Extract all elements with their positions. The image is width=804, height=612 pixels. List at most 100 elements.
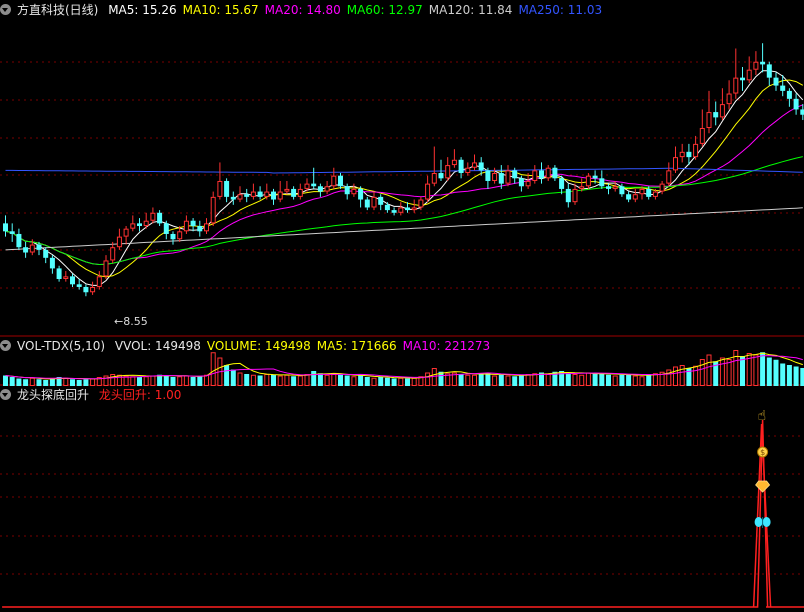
candle-up (29, 244, 35, 253)
candle-down (16, 233, 22, 248)
volume-bar-down (49, 378, 55, 386)
volume-bar-up (693, 365, 699, 386)
candle-up (451, 159, 457, 166)
volume-header: VOL-TDX(5,10) VVOL: 149498 VOLUME: 149498… (0, 337, 502, 355)
diamond-icon (755, 480, 771, 493)
candle-up (116, 236, 122, 248)
candle-down (518, 178, 524, 187)
collapse-toggle-icon[interactable] (0, 4, 11, 15)
volume-bar-down (224, 365, 230, 386)
candle-up (572, 188, 578, 203)
candle-down (137, 223, 142, 227)
candle-down (157, 212, 163, 224)
volume-bar-down (311, 371, 317, 386)
candle-down (36, 244, 42, 250)
volume-bar-down (257, 375, 263, 386)
money-bag-icon: $ (757, 446, 769, 458)
volume-bar-down (626, 374, 632, 386)
candle-down (197, 226, 203, 232)
ma-label-3: MA60: 12.97 (346, 3, 423, 17)
volume-bar-up (150, 375, 156, 386)
volume-bar-up (572, 374, 578, 386)
volume-bar-up (632, 375, 638, 386)
volume-bar-up (411, 377, 417, 386)
candle-down (378, 196, 384, 205)
volume-bar-up (431, 368, 437, 386)
volume-bar-up (579, 374, 585, 386)
ma-line (5, 79, 804, 278)
candle-up (418, 199, 424, 208)
volume-bar-down (780, 363, 786, 386)
volume-bar-up (324, 374, 330, 386)
candle-up (297, 188, 303, 197)
volume-bar-down (384, 377, 390, 386)
candle-up (130, 223, 136, 229)
candle-down (498, 173, 504, 184)
candle-down (56, 268, 62, 280)
ma-label-0: MA5: 15.26 (108, 3, 177, 17)
candle-up (612, 186, 618, 189)
candle-down (686, 151, 692, 158)
candle-up (331, 175, 337, 187)
candle-down (311, 183, 317, 187)
volume-bar-up (505, 375, 511, 386)
candle-up (63, 276, 69, 280)
volume-bar-up (210, 352, 216, 386)
candle-up (652, 191, 658, 197)
volume-bar-down (760, 352, 766, 386)
volume-bar-down (23, 379, 29, 386)
volume-bar-down (244, 374, 250, 386)
candle-down (257, 191, 263, 197)
volume-bar-down (498, 374, 504, 386)
candle-up (706, 112, 712, 128)
volume-bar-down (478, 374, 484, 386)
candle-down (391, 210, 397, 213)
volume-bar-up (472, 374, 477, 386)
volume-bar-down (36, 379, 42, 386)
volume-bar-up (237, 372, 243, 386)
candle-down (592, 175, 598, 179)
candle-down (773, 77, 779, 86)
candle-up (277, 191, 283, 200)
volume-bar-down (391, 378, 397, 386)
ma-label-2: MA20: 14.80 (264, 3, 341, 17)
vol-label-3: MA10: 221273 (402, 339, 491, 353)
candle-down (405, 207, 410, 211)
volume-bar-up (351, 376, 357, 386)
collapse-toggle-icon[interactable] (0, 389, 11, 400)
candle-up (431, 173, 437, 184)
candle-up (632, 194, 638, 200)
volume-bar-up (264, 374, 270, 386)
candle-down (539, 170, 544, 179)
candle-down (485, 170, 491, 181)
candle-up (579, 186, 585, 189)
candle-up (210, 196, 216, 224)
candle-up (371, 196, 377, 208)
candle-down (3, 223, 8, 232)
butterfly-icon (754, 517, 771, 528)
candle-up (304, 183, 310, 189)
candle-down (224, 180, 230, 197)
candle-down (190, 220, 196, 227)
volume-bar-up (183, 375, 189, 386)
volume-bar-down (646, 374, 652, 386)
volume-bar-down (83, 379, 89, 386)
volume-bar-up (719, 357, 725, 386)
volume-bar-down (592, 373, 598, 386)
collapse-toggle-icon[interactable] (0, 340, 11, 351)
butterfly-wing (762, 517, 771, 527)
candle-up (110, 247, 116, 261)
volume-bar-down (344, 375, 350, 386)
volume-bars (3, 350, 804, 386)
ma-label-4: MA120: 11.84 (428, 3, 513, 17)
candle-up (746, 69, 752, 81)
candle-up (666, 170, 672, 184)
vol-label-1: VOLUME: 149498 (206, 339, 311, 353)
candle-up (250, 191, 256, 197)
signal-line (2, 419, 804, 608)
candle-down (384, 204, 390, 211)
ma-line (5, 70, 804, 286)
volume-bar-down (606, 374, 611, 386)
candle-up (532, 170, 538, 181)
volume-bar-up (331, 374, 337, 386)
